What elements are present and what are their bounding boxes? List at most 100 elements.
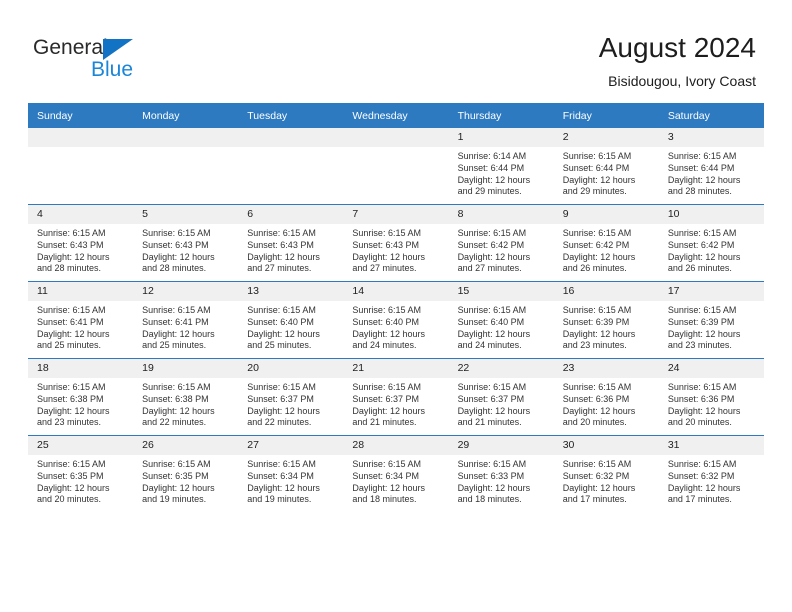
calendar-day-cell[interactable]: 22 Sunrise: 6:15 AM Sunset: 6:37 PM Dayligh… [448, 358, 554, 436]
daylight-text-line2: and 23 minutes. [667, 340, 732, 351]
sunrise-text: Sunrise: 6:15 AM [562, 228, 632, 238]
sunrise-text: Sunrise: 6:15 AM [667, 151, 737, 161]
calendar-day-cell[interactable]: 3 Sunrise: 6:15 AM Sunset: 6:44 PM Daylight… [658, 128, 764, 205]
daylight-text-line1: Daylight: 12 hours [247, 405, 320, 416]
calendar-day-cell[interactable]: 28 Sunrise: 6:15 AM Sunset: 6:34 PM Dayligh… [343, 435, 449, 512]
calendar-day-cell[interactable]: 11 Sunrise: 6:15 AM Sunset: 6:41 PM Dayligh… [28, 281, 134, 359]
general-blue-logo[interactable]: General Blue [33, 36, 213, 84]
day-number: 22 [448, 359, 554, 378]
sunset-text: Sunset: 6:34 PM [247, 470, 314, 481]
day-details: Sunrise: 6:15 AM Sunset: 6:37 PM Daylight:… [449, 378, 554, 429]
calendar-day-cell[interactable]: 21 Sunrise: 6:15 AM Sunset: 6:37 PM Dayligh… [343, 358, 449, 436]
calendar-day-cell[interactable]: 9 Sunrise: 6:15 AM Sunset: 6:42 PM Daylight… [553, 204, 659, 282]
day-details: Sunrise: 6:15 AM Sunset: 6:40 PM Daylight:… [238, 301, 343, 352]
sunrise-text: Sunrise: 6:15 AM [562, 382, 632, 392]
sunrise-text: Sunrise: 6:15 AM [37, 382, 106, 392]
day-number: 10 [658, 205, 764, 224]
calendar-day-cell[interactable]: 29 Sunrise: 6:15 AM Sunset: 6:33 PM Dayligh… [448, 435, 554, 512]
daylight-text-line1: Daylight: 12 hours [457, 251, 531, 262]
day-box: 26 Sunrise: 6:15 AM Sunset: 6:35 PM Dayligh… [133, 436, 239, 512]
calendar-day-cell[interactable]: 14 Sunrise: 6:15 AM Sunset: 6:40 PM Dayligh… [343, 281, 449, 359]
calendar-day-cell[interactable]: 13 Sunrise: 6:15 AM Sunset: 6:40 PM Dayligh… [238, 281, 344, 359]
day-number: 14 [343, 282, 449, 301]
day-box: 2 Sunrise: 6:15 AM Sunset: 6:44 PM Daylight… [553, 128, 659, 204]
day-number: 20 [238, 359, 344, 378]
daylight-text-line1: Daylight: 12 hours [562, 174, 636, 185]
daylight-text-line1: Daylight: 12 hours [247, 251, 320, 262]
calendar-day-cell[interactable]: 2 Sunrise: 6:15 AM Sunset: 6:44 PM Daylight… [553, 128, 659, 205]
calendar-day-cell[interactable]: 18 Sunrise: 6:15 AM Sunset: 6:38 PM Dayligh… [28, 358, 134, 436]
daylight-text-line1: Daylight: 12 hours [562, 328, 636, 339]
day-box: 16 Sunrise: 6:15 AM Sunset: 6:39 PM Dayligh… [553, 282, 659, 358]
sunrise-text: Sunrise: 6:15 AM [247, 228, 316, 238]
sunset-text: Sunset: 6:36 PM [667, 393, 735, 404]
sunset-text: Sunset: 6:34 PM [352, 470, 419, 481]
calendar-day-cell[interactable]: 20 Sunrise: 6:15 AM Sunset: 6:37 PM Dayligh… [238, 358, 344, 436]
day-details: Sunrise: 6:15 AM Sunset: 6:39 PM Daylight:… [659, 301, 764, 352]
daylight-text-line1: Daylight: 12 hours [142, 482, 215, 493]
daylight-text-line1: Daylight: 12 hours [667, 174, 741, 185]
calendar-day-cell[interactable]: 15 Sunrise: 6:15 AM Sunset: 6:40 PM Dayligh… [448, 281, 554, 359]
day-box: 6 Sunrise: 6:15 AM Sunset: 6:43 PM Daylight… [238, 205, 344, 281]
daylight-text-line2: and 27 minutes. [457, 263, 522, 274]
column-header-sunday: Sunday [28, 103, 134, 128]
calendar-day-cell[interactable]: 25 Sunrise: 6:15 AM Sunset: 6:35 PM Dayligh… [28, 435, 134, 512]
calendar-day-cell[interactable]: 27 Sunrise: 6:15 AM Sunset: 6:34 PM Dayligh… [238, 435, 344, 512]
calendar-day-cell[interactable]: 17 Sunrise: 6:15 AM Sunset: 6:39 PM Dayligh… [658, 281, 764, 359]
day-details: Sunrise: 6:15 AM Sunset: 6:41 PM Daylight:… [133, 301, 238, 352]
daylight-text-line1: Daylight: 12 hours [37, 328, 110, 339]
calendar-day-cell[interactable]: 31 Sunrise: 6:15 AM Sunset: 6:32 PM Dayligh… [658, 435, 764, 512]
calendar-day-cell[interactable]: 8 Sunrise: 6:15 AM Sunset: 6:42 PM Daylight… [448, 204, 554, 282]
sunrise-text: Sunrise: 6:15 AM [352, 228, 421, 238]
sunset-text: Sunset: 6:37 PM [352, 393, 419, 404]
day-box: 24 Sunrise: 6:15 AM Sunset: 6:36 PM Dayligh… [658, 359, 764, 435]
day-number: 6 [238, 205, 344, 224]
day-number: 4 [28, 205, 134, 224]
day-details: Sunrise: 6:15 AM Sunset: 6:43 PM Daylight:… [343, 224, 448, 275]
daylight-text-line2: and 20 minutes. [562, 417, 627, 428]
calendar-day-cell[interactable]: 5 Sunrise: 6:15 AM Sunset: 6:43 PM Daylight… [133, 204, 239, 282]
calendar-day-cell[interactable]: 6 Sunrise: 6:15 AM Sunset: 6:43 PM Daylight… [238, 204, 344, 282]
calendar-day-cell[interactable]: 1 Sunrise: 6:14 AM Sunset: 6:44 PM Daylight… [448, 128, 554, 205]
sunset-text: Sunset: 6:40 PM [247, 316, 314, 327]
sunset-text: Sunset: 6:44 PM [457, 162, 525, 173]
sunset-text: Sunset: 6:35 PM [37, 470, 104, 481]
calendar-table: Sunday Monday Tuesday Wednesday Thursday… [28, 103, 764, 512]
day-number: 24 [658, 359, 764, 378]
calendar-day-cell[interactable]: 10 Sunrise: 6:15 AM Sunset: 6:42 PM Dayligh… [658, 204, 764, 282]
day-number: 5 [133, 205, 239, 224]
sunrise-text: Sunrise: 6:15 AM [667, 382, 737, 392]
calendar-day-cell[interactable]: 26 Sunrise: 6:15 AM Sunset: 6:35 PM Dayligh… [133, 435, 239, 512]
day-box: 23 Sunrise: 6:15 AM Sunset: 6:36 PM Dayligh… [553, 359, 659, 435]
sunset-text: Sunset: 6:42 PM [457, 239, 525, 250]
day-number: 2 [553, 128, 659, 147]
day-box: 18 Sunrise: 6:15 AM Sunset: 6:38 PM Dayligh… [28, 359, 134, 435]
day-box: 5 Sunrise: 6:15 AM Sunset: 6:43 PM Daylight… [133, 205, 239, 281]
calendar-day-cell[interactable]: 24 Sunrise: 6:15 AM Sunset: 6:36 PM Dayligh… [658, 358, 764, 436]
day-box: 25 Sunrise: 6:15 AM Sunset: 6:35 PM Dayligh… [28, 436, 134, 512]
day-box: 7 Sunrise: 6:15 AM Sunset: 6:43 PM Daylight… [343, 205, 449, 281]
daylight-text-line1: Daylight: 12 hours [37, 251, 110, 262]
column-header-wednesday: Wednesday [343, 103, 449, 128]
day-details: Sunrise: 6:15 AM Sunset: 6:33 PM Daylight:… [449, 455, 554, 506]
day-details: Sunrise: 6:15 AM Sunset: 6:42 PM Daylight:… [554, 224, 659, 275]
calendar-day-cell[interactable]: 30 Sunrise: 6:15 AM Sunset: 6:32 PM Dayligh… [553, 435, 659, 512]
daylight-text-line1: Daylight: 12 hours [142, 405, 215, 416]
sunrise-text: Sunrise: 6:15 AM [352, 382, 421, 392]
calendar-day-cell[interactable]: 4 Sunrise: 6:15 AM Sunset: 6:43 PM Daylight… [28, 204, 134, 282]
daylight-text-line1: Daylight: 12 hours [562, 251, 636, 262]
calendar-day-cell[interactable]: 19 Sunrise: 6:15 AM Sunset: 6:38 PM Dayligh… [133, 358, 239, 436]
daylight-text-line1: Daylight: 12 hours [457, 482, 531, 493]
sunrise-text: Sunrise: 6:15 AM [457, 459, 527, 469]
calendar-day-cell[interactable]: 12 Sunrise: 6:15 AM Sunset: 6:41 PM Dayligh… [133, 281, 239, 359]
calendar-day-cell[interactable]: 7 Sunrise: 6:15 AM Sunset: 6:43 PM Daylight… [343, 204, 449, 282]
calendar-day-cell[interactable]: 23 Sunrise: 6:15 AM Sunset: 6:36 PM Dayligh… [553, 358, 659, 436]
day-box: 28 Sunrise: 6:15 AM Sunset: 6:34 PM Dayligh… [343, 436, 449, 512]
daylight-text-line2: and 22 minutes. [247, 417, 312, 428]
daylight-text-line1: Daylight: 12 hours [457, 174, 531, 185]
day-number: 9 [553, 205, 659, 224]
calendar-day-cell[interactable]: 16 Sunrise: 6:15 AM Sunset: 6:39 PM Dayligh… [553, 281, 659, 359]
day-box: 29 Sunrise: 6:15 AM Sunset: 6:33 PM Dayligh… [448, 436, 554, 512]
sunset-text: Sunset: 6:43 PM [142, 239, 209, 250]
sunset-text: Sunset: 6:40 PM [352, 316, 419, 327]
